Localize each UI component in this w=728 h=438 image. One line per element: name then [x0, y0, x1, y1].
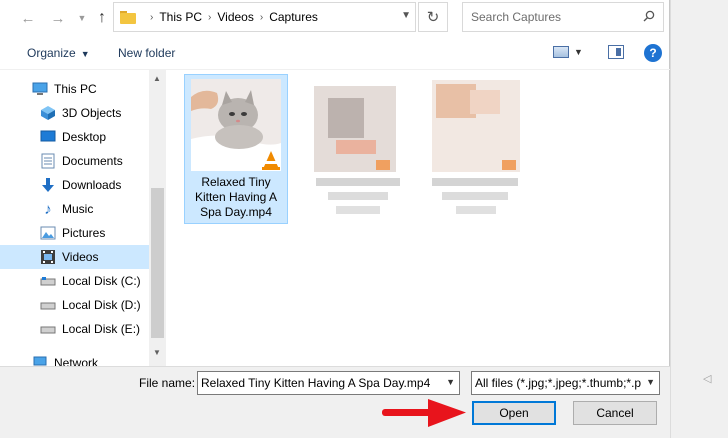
- blurred-file-name: [328, 192, 388, 200]
- blurred-file-name: [336, 206, 380, 214]
- back-arrow-icon[interactable]: ←: [18, 8, 38, 28]
- blurred-file-name: [442, 192, 508, 200]
- nav-item-label: Local Disk (D:): [62, 298, 141, 312]
- chevron-down-icon: ▼: [80, 49, 90, 59]
- search-icon: [643, 10, 655, 22]
- forward-arrow-icon[interactable]: →: [48, 8, 68, 28]
- scroll-up-icon[interactable]: ▲: [153, 74, 161, 83]
- breadcrumb-captures[interactable]: Captures: [269, 10, 318, 24]
- address-row: ← → ▼ ↑ › This PC › Videos › Captures ▼ …: [0, 0, 670, 36]
- recent-locations-chevron-icon[interactable]: ▼: [72, 8, 92, 28]
- change-view-icon[interactable]: [553, 46, 569, 58]
- downloads-icon: [40, 177, 56, 193]
- computer-icon: [32, 81, 48, 97]
- breadcrumb-this-pc[interactable]: This PC: [159, 10, 202, 24]
- search-placeholder: Search Captures: [471, 10, 562, 24]
- address-bar[interactable]: › This PC › Videos › Captures ▼: [113, 2, 416, 32]
- file-name-field[interactable]: Relaxed Tiny Kitten Having A Spa Day.mp4…: [197, 371, 460, 395]
- nav-item-label: Downloads: [62, 178, 122, 192]
- music-icon: ♪: [44, 200, 52, 218]
- nav-item-label: Documents: [62, 154, 123, 168]
- search-input[interactable]: Search Captures: [462, 2, 664, 32]
- documents-icon: [40, 153, 56, 169]
- address-dropdown-icon[interactable]: ▼: [401, 10, 411, 21]
- open-button[interactable]: Open: [472, 401, 556, 425]
- nav-item-videos[interactable]: Videos: [0, 245, 150, 269]
- breadcrumb-videos[interactable]: Videos: [217, 10, 253, 24]
- preview-pane-icon[interactable]: [608, 45, 624, 59]
- file-type-select[interactable]: All files (*.jpg;*.jpeg;*.thumb;*.p ▼: [471, 371, 660, 395]
- nav-item-local-disk-d[interactable]: Local Disk (D:): [0, 293, 150, 317]
- nav-item-label: Music: [62, 202, 94, 216]
- nav-item-label: Local Disk (C:): [62, 274, 141, 288]
- dialog-footer: File name: Relaxed Tiny Kitten Having A …: [0, 366, 670, 438]
- breadcrumb-separator-icon: ›: [259, 11, 264, 23]
- view-options-chevron-icon[interactable]: ▼: [574, 47, 583, 57]
- nav-item-documents[interactable]: Documents: [0, 149, 150, 173]
- navigation-scrollbar[interactable]: ▲ ▼: [149, 70, 166, 366]
- scrollbar-thumb[interactable]: [151, 188, 164, 338]
- 3d-objects-icon: [40, 105, 56, 121]
- navigation-pane: This PC 3D Objects Desktop Documents Dow…: [0, 70, 166, 366]
- videos-icon: [40, 249, 56, 265]
- drive-icon: [40, 321, 56, 337]
- nav-item-local-disk-c[interactable]: Local Disk (C:): [0, 269, 150, 293]
- blurred-file-name: [316, 178, 400, 186]
- nav-item-network[interactable]: Network: [0, 351, 150, 366]
- drive-icon: [40, 297, 56, 313]
- new-folder-button[interactable]: New folder: [118, 46, 175, 60]
- refresh-icon[interactable]: ↻: [418, 2, 448, 32]
- nav-item-label: Pictures: [62, 226, 106, 240]
- breadcrumb-separator-icon: ›: [150, 11, 154, 23]
- video-thumbnail: [191, 79, 281, 171]
- breadcrumb-separator-icon: ›: [208, 11, 212, 23]
- pictures-icon: [40, 225, 56, 241]
- annotation-arrow-icon: [382, 399, 466, 427]
- help-icon[interactable]: ?: [644, 44, 662, 62]
- nav-item-this-pc[interactable]: This PC: [0, 77, 150, 101]
- desktop-icon: [40, 129, 56, 145]
- nav-item-pictures[interactable]: Pictures: [0, 221, 150, 245]
- new-folder-label: New folder: [118, 46, 176, 60]
- file-item[interactable]: [306, 74, 410, 224]
- blurred-thumbnail: [430, 78, 520, 172]
- file-name-value: Relaxed Tiny Kitten Having A Spa Day.mp4: [201, 376, 431, 390]
- nav-item-label: Local Disk (E:): [62, 322, 141, 336]
- organize-button[interactable]: Organize ▼: [27, 46, 90, 60]
- cancel-button[interactable]: Cancel: [573, 401, 657, 425]
- network-icon: [32, 355, 48, 366]
- nav-item-3d-objects[interactable]: 3D Objects: [0, 101, 150, 125]
- chevron-down-icon[interactable]: ▼: [646, 377, 655, 387]
- command-bar: Organize ▼ New folder ▼ ?: [0, 36, 670, 70]
- file-type-value: All files (*.jpg;*.jpeg;*.thumb;*.p: [475, 376, 642, 390]
- nav-item-label: Desktop: [62, 130, 107, 144]
- background-window: ◁: [670, 0, 728, 438]
- scroll-left-icon: ◁: [703, 373, 712, 385]
- blurred-thumbnail: [312, 78, 402, 172]
- file-name-label: File name:: [139, 376, 196, 390]
- organize-label: Organize: [27, 46, 76, 60]
- file-name-label: Relaxed Tiny Kitten Having A Spa Day.mp4: [194, 175, 278, 219]
- nav-item-local-disk-e[interactable]: Local Disk (E:): [0, 317, 150, 341]
- scroll-down-icon[interactable]: ▼: [153, 348, 161, 357]
- file-item[interactable]: [424, 74, 528, 224]
- up-arrow-icon[interactable]: ↑: [92, 8, 112, 28]
- open-file-dialog: ← → ▼ ↑ › This PC › Videos › Captures ▼ …: [0, 0, 670, 438]
- nav-item-label: Videos: [62, 250, 99, 264]
- file-list: Relaxed Tiny Kitten Having A Spa Day.mp4: [166, 70, 670, 366]
- nav-item-music[interactable]: ♪ Music: [0, 197, 150, 221]
- blurred-file-name: [432, 178, 518, 186]
- nav-item-desktop[interactable]: Desktop: [0, 125, 150, 149]
- nav-item-label: This PC: [54, 82, 97, 96]
- nav-item-downloads[interactable]: Downloads: [0, 173, 150, 197]
- nav-item-label: Network: [54, 356, 99, 366]
- blurred-file-name: [456, 206, 496, 214]
- drive-icon: [40, 273, 56, 289]
- chevron-down-icon[interactable]: ▼: [446, 377, 455, 387]
- nav-item-label: 3D Objects: [62, 106, 122, 120]
- file-item[interactable]: Relaxed Tiny Kitten Having A Spa Day.mp4: [184, 74, 288, 224]
- folder-icon: [120, 10, 136, 24]
